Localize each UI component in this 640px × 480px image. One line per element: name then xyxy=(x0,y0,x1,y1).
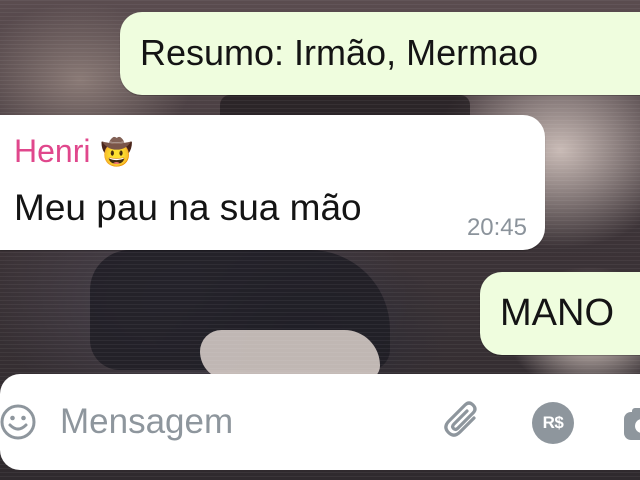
emoji-icon[interactable] xyxy=(0,404,36,440)
message-text: Meu pau na sua mão xyxy=(14,187,362,228)
sender-name-label: Henri xyxy=(14,133,91,169)
sender-name[interactable]: Henri 🤠 xyxy=(14,133,133,170)
incoming-message[interactable]: Henri 🤠 Meu pau na sua mão 20:45 xyxy=(0,115,545,250)
message-text: MANO xyxy=(500,292,614,334)
cowboy-emoji-icon: 🤠 xyxy=(100,136,133,167)
wallpaper-shape xyxy=(200,330,380,380)
outgoing-message[interactable]: MANO xyxy=(480,272,640,355)
message-composer: Mensagem R$ xyxy=(0,374,640,470)
wallpaper-shape xyxy=(90,250,390,370)
outgoing-message[interactable]: Resumo: Irmão, Mermao xyxy=(120,12,640,95)
payment-label: R$ xyxy=(542,413,564,432)
camera-icon[interactable] xyxy=(622,404,640,444)
attach-icon[interactable] xyxy=(440,398,486,444)
message-timestamp: 20:45 xyxy=(466,214,527,241)
payment-icon[interactable]: R$ xyxy=(532,402,574,444)
message-input[interactable]: Mensagem xyxy=(60,402,233,442)
message-text: Resumo: Irmão, Mermao xyxy=(140,32,539,73)
